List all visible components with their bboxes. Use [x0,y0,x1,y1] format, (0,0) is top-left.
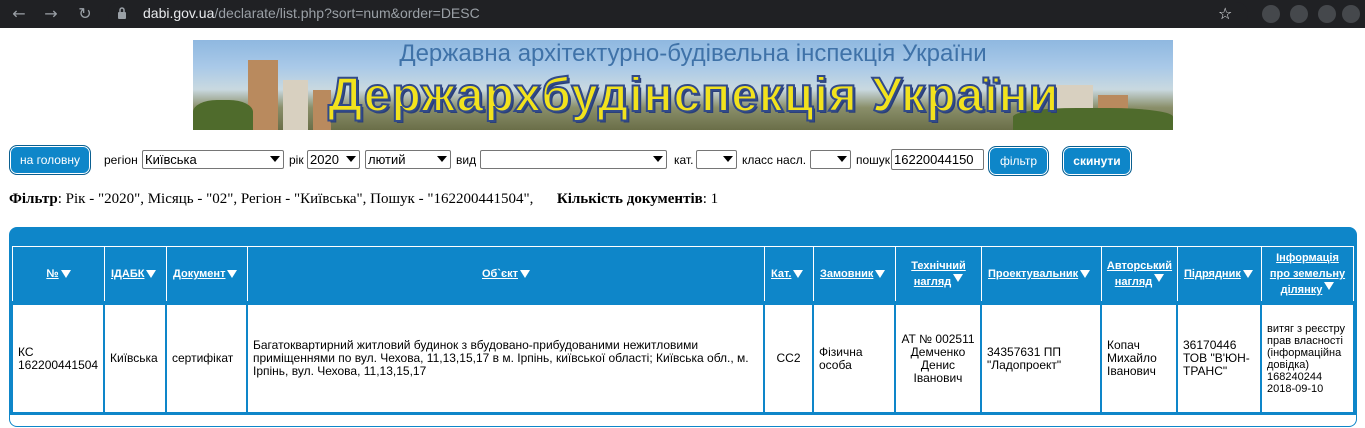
kind-select[interactable] [480,150,667,169]
header-author-supervision-line2: нагляд [1114,276,1153,288]
chevron-down-icon [723,156,733,162]
table-bottom-bar [9,415,1357,427]
sort-triangle-icon [1242,270,1253,278]
class-select[interactable] [810,150,851,169]
header-contractor[interactable]: Підрядник [1177,246,1261,301]
banner-title: Держархбудінспекція України [327,68,1060,123]
year-value: 2020 [310,152,339,167]
cell-contractor: 36170446 ТОВ "В'ЮН-ТРАНС" [1177,304,1261,413]
cell-designer: 34357631 ПП "Ладопроект" [981,304,1101,413]
sort-triangle-icon [1154,274,1165,282]
sort-triangle-icon [953,274,964,282]
forward-arrow-icon[interactable]: → [40,3,62,25]
header-customer-label: Замовник [820,268,874,280]
banner-subtitle: Державна архітектурно-будівельна інспекц… [399,40,987,67]
filter-summary-label: Фільтр [9,191,58,207]
cell-document: сертифікат [166,304,247,413]
lock-icon [118,7,126,19]
header-idabk-label: ІДАБК [111,268,145,280]
cell-tech-supervision: АТ № 002511 Демченко Денис Іванович [895,304,981,413]
sort-triangle-icon [1080,270,1091,278]
header-tech-supervision-line2: нагляд [913,276,952,288]
back-arrow-icon[interactable]: ← [8,3,30,25]
sort-triangle-icon [227,270,238,278]
url-text[interactable]: dabi.gov.ua/declarate/list.php?sort=num&… [143,4,480,22]
bookmark-star-icon[interactable]: ☆ [1218,3,1232,25]
sort-triangle-icon [1324,282,1335,290]
kind-label: вид [456,153,477,167]
url-host: dabi.gov.ua [143,5,215,21]
header-land-info-line3: ділянку [1280,284,1323,296]
cell-land-info: витяг з реєстру прав власності (інформац… [1261,304,1354,413]
class-label: класс насл. [742,153,807,167]
sort-triangle-icon [519,270,530,278]
year-label: рік [289,153,304,167]
chevron-down-icon [270,156,280,162]
category-select[interactable] [696,150,737,169]
extension-icon[interactable] [1318,5,1336,23]
reset-button[interactable]: скинути [1062,146,1132,176]
region-label: регіон [104,153,138,167]
profile-avatar-icon[interactable] [1342,5,1360,23]
chevron-down-icon [837,156,847,162]
header-category-label: Кат. [771,268,792,280]
header-document-label: Документ [173,268,226,280]
cell-category: СС2 [764,304,813,413]
chevron-down-icon [653,156,663,162]
filter-button[interactable]: фільтр [988,146,1049,176]
header-customer[interactable]: Замовник [813,246,895,301]
document-count-value: : 1 [702,191,719,207]
month-select[interactable]: лютий [365,150,451,169]
banner-trees [193,100,253,130]
month-value: лютий [368,152,406,167]
header-document[interactable]: Документ [166,246,247,301]
filter-summary-text: : Рік - "2020", Місяць - "02", Регіон - … [57,191,534,207]
cell-author-supervision: Копач Михайло Іванович [1101,304,1177,413]
header-tech-supervision[interactable]: Технічний нагляд [895,246,981,301]
cell-num: КС 162200441504 [12,304,104,413]
header-land-info-line2: про земельну [1269,268,1346,280]
header-object[interactable]: Об`єкт [247,246,764,301]
browser-toolbar: ← → ↻ dabi.gov.ua/declarate/list.php?sor… [0,0,1365,28]
banner-building [283,80,308,130]
header-author-supervision-line1: Авторський [1106,260,1173,272]
header-num-label: № [46,268,59,280]
reload-icon[interactable]: ↻ [74,3,96,25]
cell-idabk: Київська [104,304,166,413]
extension-icon[interactable] [1262,5,1280,23]
header-designer-label: Проектувальник [988,268,1079,280]
header-object-label: Об`єкт [482,268,518,280]
chevron-down-icon [437,156,447,162]
header-designer[interactable]: Проектувальник [981,246,1101,301]
header-contractor-label: Підрядник [1184,268,1241,280]
header-idabk[interactable]: ІДАБК [104,246,166,301]
document-count-label: Кількість документів [556,191,703,207]
category-label: кат. [674,153,694,167]
cell-customer: Фізична особа [813,304,895,413]
extension-icon[interactable] [1290,5,1308,23]
search-label: пошук [856,153,891,167]
site-banner: Державна архітектурно-будівельна інспекц… [193,40,1173,130]
filter-summary: Фільтр: Рік - "2020", Місяць - "02", Рег… [9,190,718,208]
sort-triangle-icon [875,270,886,278]
table-top-bar [9,227,1357,243]
cell-object: Багатоквартирний житловий будинок з вбуд… [247,304,764,413]
sort-triangle-icon [793,270,804,278]
chevron-down-icon [346,156,356,162]
header-category[interactable]: Кат. [764,246,813,301]
sort-triangle-icon [146,270,157,278]
home-button[interactable]: на головну [9,145,91,175]
header-num[interactable]: № [12,246,104,301]
year-select[interactable]: 2020 [307,150,360,169]
region-value: Київська [145,152,197,167]
header-land-info[interactable]: Інформація про земельну ділянку [1261,246,1354,301]
sort-triangle-icon [60,270,71,278]
search-input[interactable]: 16220044150 [891,149,984,170]
header-tech-supervision-line1: Технічний [911,260,966,272]
header-author-supervision[interactable]: Авторський нагляд [1101,246,1177,301]
region-select[interactable]: Київська [142,150,284,169]
header-land-info-line1: Інформація [1276,252,1339,264]
url-path: /declarate/list.php?sort=num&order=DESC [214,5,480,21]
